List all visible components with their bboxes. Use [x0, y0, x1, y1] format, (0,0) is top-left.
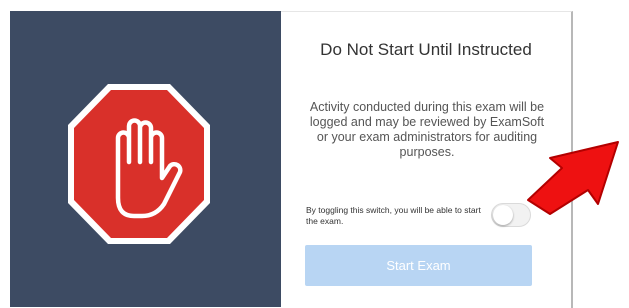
stop-hand-icon	[68, 84, 210, 244]
dialog-title: Do Not Start Until Instructed	[320, 40, 532, 59]
red-arrow-pointer	[527, 141, 619, 215]
toggle-label: By toggling this switch, you will be abl…	[306, 205, 481, 226]
toggle-knob[interactable]	[493, 205, 513, 225]
start-exam-button[interactable]: Start Exam	[305, 245, 532, 286]
left-panel	[10, 11, 281, 307]
arrow-shape	[527, 141, 619, 215]
logging-notice: Activity conducted during this exam will…	[309, 100, 545, 159]
